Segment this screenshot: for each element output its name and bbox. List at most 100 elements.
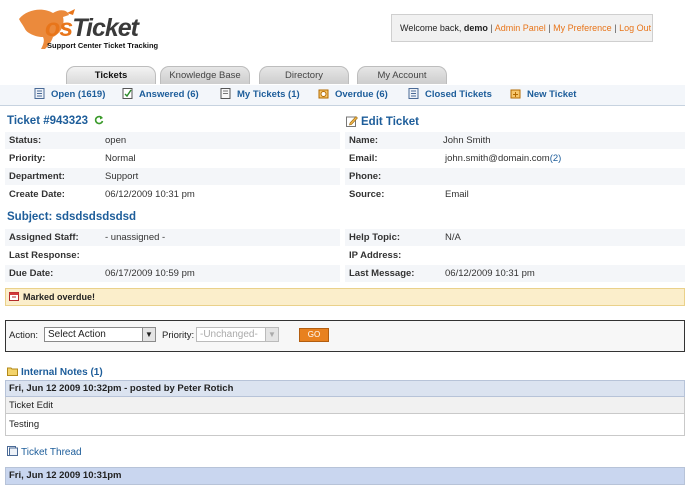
chevron-down-icon: ▼: [265, 328, 278, 341]
action-select-value: Select Action: [48, 329, 106, 340]
edit-ticket-label: Edit Ticket: [361, 116, 419, 128]
log-out-link[interactable]: Log Out: [619, 23, 651, 33]
due-date-label: Due Date:: [9, 268, 54, 279]
calendar-alert-icon: [9, 292, 19, 301]
priority-select-value: -Unchanged-: [200, 329, 258, 340]
note-entry-header: Fri, Jun 12 2009 10:32pm - posted by Pet…: [5, 380, 685, 397]
tab-directory[interactable]: Directory: [259, 66, 349, 84]
separator: |: [548, 23, 551, 33]
separator: |: [490, 23, 493, 33]
nav-answered-label: Answered (6): [139, 89, 199, 100]
welcome-text: Welcome back,: [400, 23, 464, 33]
separator: |: [614, 23, 617, 33]
tab-my-account[interactable]: My Account: [357, 66, 447, 84]
department-row: Department: Support: [5, 168, 340, 185]
last-message-value: 06/12/2009 10:31 pm: [445, 268, 535, 279]
page-header: osTicket Support Center Ticket Tracking …: [0, 0, 685, 66]
tab-bar: Tickets Knowledge Base Directory My Acco…: [0, 66, 685, 86]
email-value: john.smith@domain.com: [445, 153, 550, 164]
new-ticket-icon: [510, 89, 521, 99]
action-select[interactable]: Select Action ▼: [44, 327, 156, 342]
email-row: Email: john.smith@domain.com(2): [345, 150, 685, 167]
source-row: Source: Email: [345, 186, 685, 203]
internal-notes-title: Internal Notes (1): [21, 367, 103, 378]
create-date-label: Create Date:: [9, 189, 65, 200]
nav-new-ticket[interactable]: New Ticket: [510, 88, 576, 102]
answered-icon: [122, 88, 133, 99]
source-label: Source:: [349, 189, 385, 200]
department-label: Department:: [9, 171, 65, 182]
priority-label: Priority:: [9, 153, 46, 164]
nav-closed-tickets[interactable]: Closed Tickets: [408, 88, 492, 102]
status-row: Status: open: [5, 132, 340, 149]
nav-overdue-label: Overdue (6): [335, 89, 388, 100]
nav-overdue[interactable]: Overdue (6): [318, 88, 388, 102]
last-response-label: Last Response:: [9, 250, 80, 261]
nav-my-tickets-label: My Tickets (1): [237, 89, 300, 100]
note-entry-body: Testing: [5, 414, 685, 436]
chevron-down-icon: ▼: [142, 328, 155, 341]
email-label: Email:: [349, 153, 378, 164]
username: demo: [463, 23, 488, 33]
note-entry-title: Ticket Edit: [5, 397, 685, 414]
internal-notes-toggle[interactable]: Internal Notes (1): [7, 366, 103, 378]
assigned-staff-row: Assigned Staff: - unassigned -: [5, 229, 340, 246]
ticket-title: Ticket #943323: [7, 115, 104, 127]
ticket-thread-toggle[interactable]: Ticket Thread: [7, 446, 82, 458]
overdue-alert: Marked overdue!: [5, 288, 685, 306]
last-response-row: Last Response:: [5, 247, 340, 264]
tab-knowledge-base[interactable]: Knowledge Base: [160, 66, 250, 84]
phone-label: Phone:: [349, 171, 382, 182]
nav-new-ticket-label: New Ticket: [527, 89, 577, 100]
nav-my-tickets[interactable]: My Tickets (1): [220, 88, 300, 102]
tagline: Support Center Ticket Tracking: [47, 41, 159, 50]
status-label: Status:: [9, 135, 42, 146]
refresh-icon[interactable]: [94, 115, 104, 125]
action-label: Action:: [9, 330, 39, 341]
name-label: Name:: [349, 135, 379, 146]
my-preference-link[interactable]: My Preference: [553, 23, 612, 33]
ticket-action-bar: Action: Select Action ▼ Priority: -Uncha…: [5, 320, 685, 352]
assigned-staff-value: - unassigned -: [105, 232, 166, 243]
closed-tickets-icon: [408, 88, 419, 99]
priority-select[interactable]: -Unchanged- ▼: [196, 327, 279, 342]
edit-icon: [346, 116, 358, 127]
edit-ticket-link[interactable]: Edit Ticket: [346, 115, 419, 128]
nav-open-label: Open (1619): [51, 89, 106, 100]
due-date-row: Due Date: 06/17/2009 10:59 pm: [5, 265, 340, 282]
ticket-thread-title: Ticket Thread: [21, 447, 82, 458]
ip-address-label: IP Address:: [349, 250, 402, 261]
last-message-row: Last Message: 06/12/2009 10:31 pm: [345, 265, 685, 282]
open-tickets-icon: [34, 88, 45, 99]
assigned-staff-label: Assigned Staff:: [9, 232, 79, 243]
nav-answered[interactable]: Answered (6): [122, 88, 199, 102]
logo-os-text: os: [45, 14, 73, 42]
folder-icon: [7, 367, 18, 376]
department-value: Support: [105, 171, 139, 182]
nav-closed-label: Closed Tickets: [425, 89, 492, 100]
name-row: Name: John Smith: [345, 132, 685, 149]
ticket-subject: Subject: sdsdsdsdsdsd: [7, 211, 137, 223]
email-count-link[interactable]: (2): [550, 153, 562, 164]
help-topic-row: Help Topic: N/A: [345, 229, 685, 246]
priority-row: Priority: Normal: [5, 150, 340, 167]
overdue-alert-text: Marked overdue!: [23, 292, 96, 302]
create-date-value: 06/12/2009 10:31 pm: [105, 189, 195, 200]
status-value: open: [105, 135, 127, 146]
thread-entry-header: Fri, Jun 12 2009 10:31pm: [5, 467, 685, 485]
logo-ticket-text: Ticket: [72, 14, 139, 42]
name-value: John Smith: [443, 135, 491, 146]
nav-open-tickets[interactable]: Open (1619): [34, 88, 105, 102]
phone-row: Phone:: [345, 168, 685, 185]
logo-wordmark: osTicket: [45, 14, 139, 43]
help-topic-value: N/A: [445, 232, 461, 243]
last-message-label: Last Message:: [349, 268, 415, 279]
go-button[interactable]: GO: [299, 328, 329, 342]
my-tickets-icon: [220, 88, 231, 99]
tab-tickets[interactable]: Tickets: [66, 66, 156, 84]
sub-navigation: Open (1619) Answered (6) My Tickets (1) …: [0, 85, 685, 106]
ip-address-row: IP Address:: [345, 247, 685, 264]
admin-panel-link[interactable]: Admin Panel: [495, 23, 546, 33]
thread-icon: [7, 446, 18, 456]
help-topic-label: Help Topic:: [349, 232, 401, 243]
